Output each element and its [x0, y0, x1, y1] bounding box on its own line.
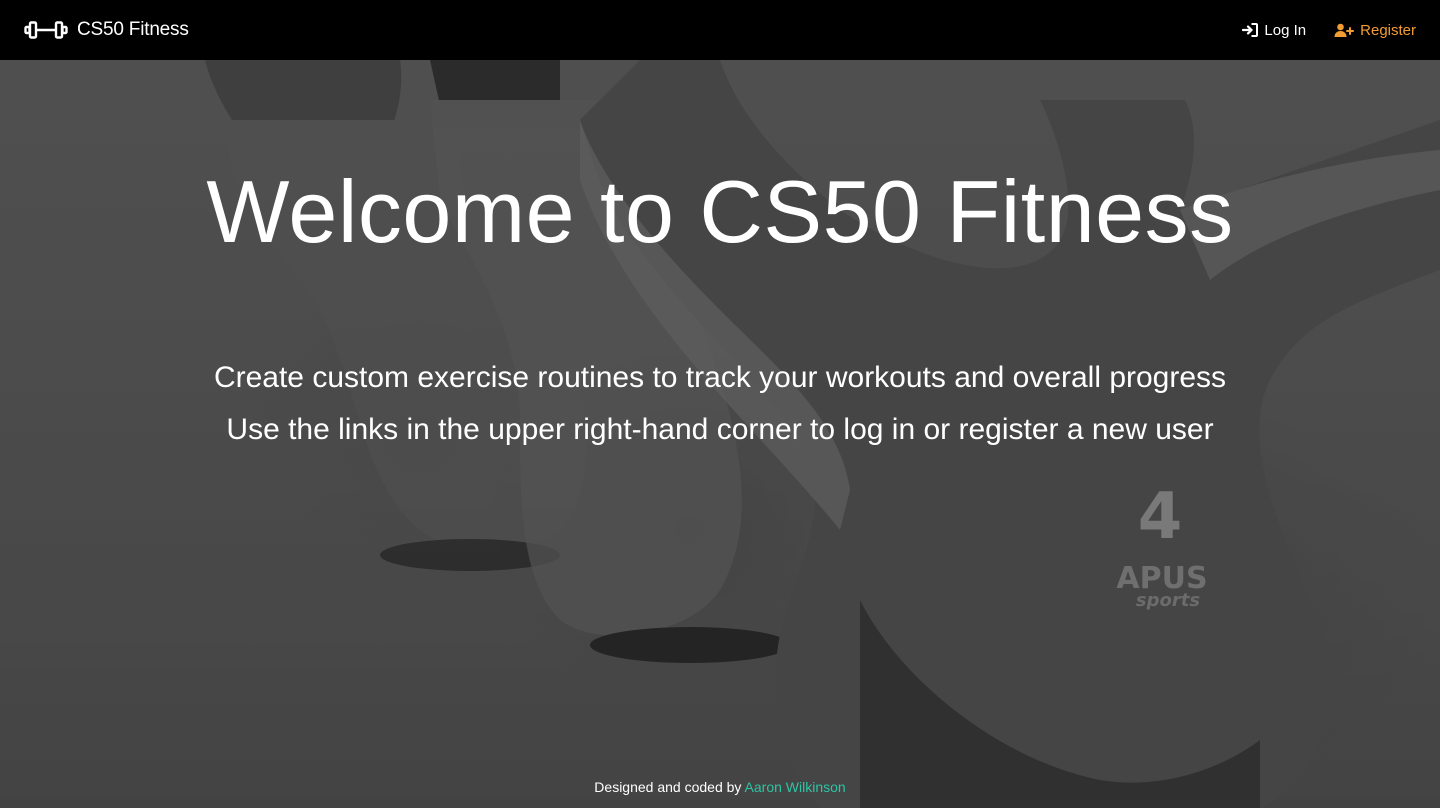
footer: Designed and coded by Aaron Wilkinson — [0, 779, 1440, 795]
register-link[interactable]: Register — [1334, 22, 1416, 39]
brand-link[interactable]: CS50 Fitness — [24, 19, 189, 41]
hero-section: 4 APUS sports Welcome to CS50 Fitness Cr… — [0, 60, 1440, 808]
user-plus-icon — [1334, 23, 1355, 37]
nav-links: Log In Register — [1242, 22, 1416, 39]
login-link[interactable]: Log In — [1242, 22, 1306, 39]
brand-name: CS50 Fitness — [77, 19, 189, 40]
author-link[interactable]: Aaron Wilkinson — [745, 779, 846, 795]
navbar: CS50 Fitness Log In Register — [0, 0, 1440, 60]
footer-credit-text: Designed and coded by — [594, 779, 745, 795]
hero-description-line-1: Create custom exercise routines to track… — [213, 361, 1227, 394]
sign-in-icon — [1242, 23, 1259, 37]
register-label: Register — [1360, 21, 1416, 39]
hero-title: Welcome to CS50 Fitness — [206, 162, 1234, 261]
dumbbell-icon — [24, 21, 68, 39]
login-label: Log In — [1264, 21, 1307, 39]
hero-description-line-2: Use the links in the upper right-hand co… — [226, 413, 1214, 446]
